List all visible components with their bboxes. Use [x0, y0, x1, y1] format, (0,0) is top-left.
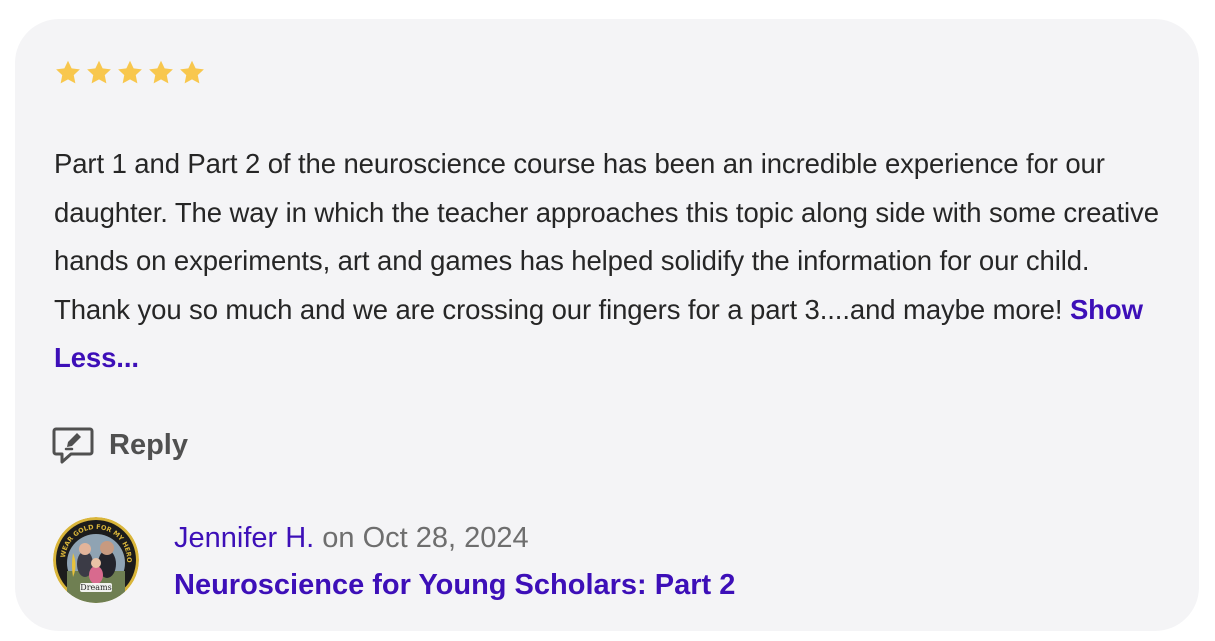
star-icon: [118, 60, 142, 84]
author-name-link[interactable]: Jennifer H.: [174, 522, 314, 554]
reply-label: Reply: [109, 428, 188, 461]
reply-button[interactable]: Reply: [52, 424, 188, 466]
review-card: Part 1 and Part 2 of the neuroscience co…: [15, 19, 1199, 631]
review-meta: Jennifer H. on Oct 28, 2024: [174, 519, 529, 557]
reply-edit-icon: [52, 427, 94, 464]
course-title-link[interactable]: Neuroscience for Young Scholars: Part 2: [174, 566, 735, 604]
review-date: Oct 28, 2024: [362, 522, 529, 554]
star-rating: [53, 58, 207, 88]
review-body: Part 1 and Part 2 of the neuroscience co…: [54, 148, 1159, 325]
review-text-block: Part 1 and Part 2 of the neuroscience co…: [54, 140, 1164, 383]
date-prefix: on: [322, 522, 355, 554]
star-icon: [149, 60, 173, 84]
star-icon: [87, 60, 111, 84]
avatar-caption: Dreams: [80, 583, 111, 592]
star-icon: [180, 60, 204, 84]
star-icon: [56, 60, 80, 84]
avatar[interactable]: Dreams I WEAR GOLD FOR MY HERO: [53, 517, 139, 603]
